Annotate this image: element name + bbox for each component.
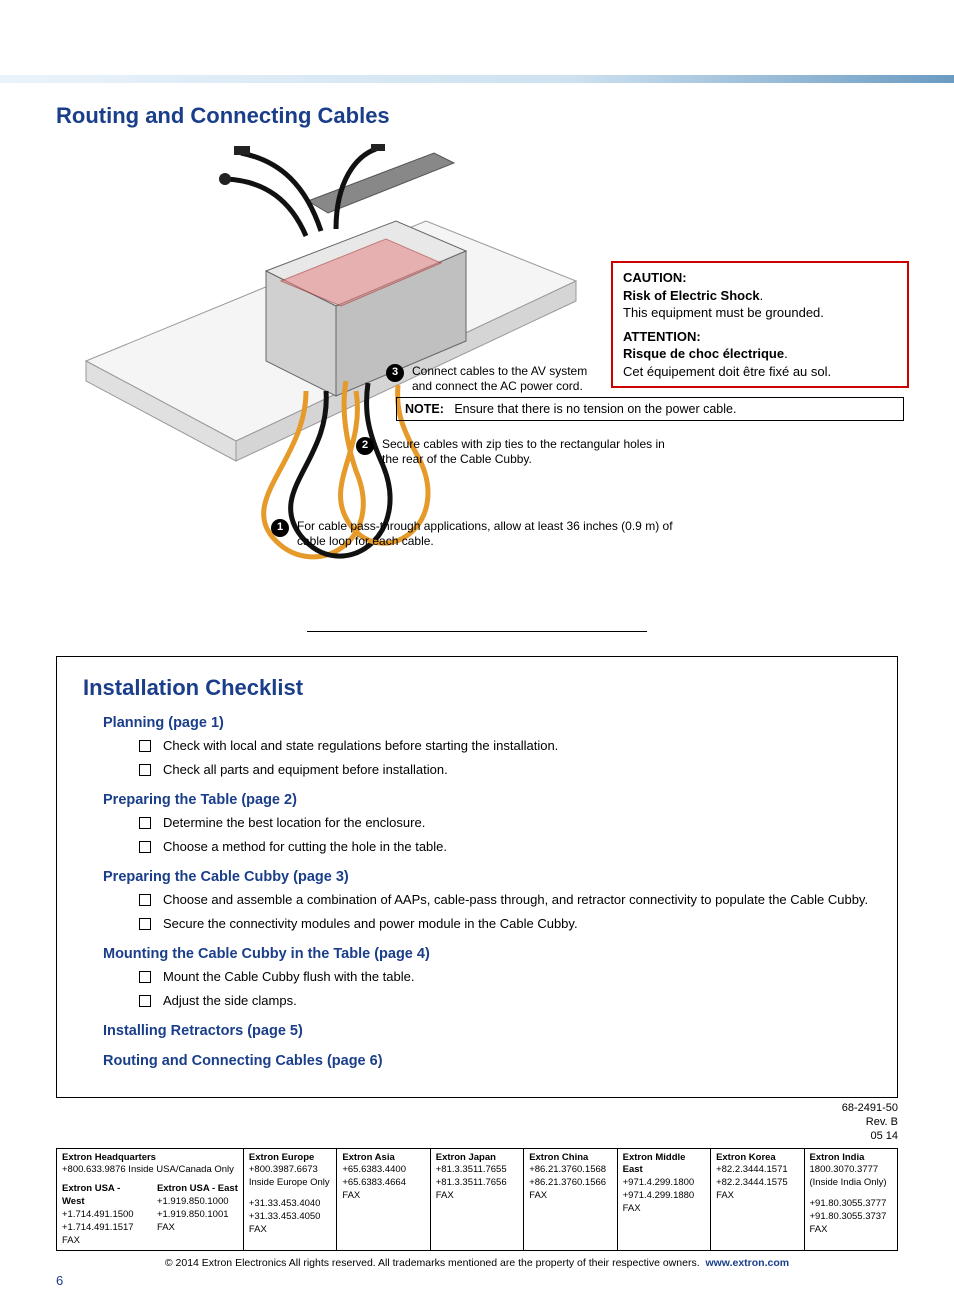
checklist-section-heading: Mounting the Cable Cubby in the Table (p… bbox=[103, 946, 871, 962]
callout-bullet-1: 1 bbox=[271, 519, 289, 537]
checklist-item: Check all parts and equipment before ins… bbox=[139, 761, 871, 779]
checklist-section-heading: Preparing the Table (page 2) bbox=[103, 792, 871, 808]
note-label: NOTE: bbox=[405, 402, 444, 416]
website-link[interactable]: www.extron.com bbox=[705, 1257, 789, 1269]
checklist-section-heading: Routing and Connecting Cables (page 6) bbox=[103, 1053, 871, 1069]
doc-meta: 68-2491-50 Rev. B 05 14 bbox=[56, 1102, 898, 1143]
callout-text-3: Connect cables to the AV system and conn… bbox=[412, 364, 602, 394]
callout-text-1: For cable pass-through applications, all… bbox=[297, 519, 691, 549]
caution-headline: Risk of Electric Shock bbox=[623, 288, 760, 303]
copyright-line: © 2014 Extron Electronics All rights res… bbox=[56, 1257, 898, 1269]
office-cell: Extron Korea+82.2.3444.1571+82.2.3444.15… bbox=[711, 1148, 804, 1251]
caution-body: This equipment must be grounded. bbox=[623, 304, 897, 322]
checklist-title: Installation Checklist bbox=[83, 675, 871, 701]
attention-body: Cet équipement doit être fixé au sol. bbox=[623, 363, 897, 381]
section-heading: Routing and Connecting Cables bbox=[56, 103, 898, 129]
note-box: NOTE: Ensure that there is no tension on… bbox=[396, 397, 904, 421]
routing-diagram: CAUTION: Risk of Electric Shock. This eq… bbox=[56, 141, 896, 601]
checklist-item: Check with local and state regulations b… bbox=[139, 737, 871, 755]
office-cell: Extron Middle East+971.4.299.1800+971.4.… bbox=[617, 1148, 710, 1251]
checklist-item: Determine the best location for the encl… bbox=[139, 814, 871, 832]
office-cell: Extron Asia+65.6383.4400+65.6383.4664 FA… bbox=[337, 1148, 430, 1251]
caution-box: CAUTION: Risk of Electric Shock. This eq… bbox=[611, 261, 909, 388]
attention-label: ATTENTION: bbox=[623, 329, 701, 344]
office-cell: Extron India1800.3070.3777(Inside India … bbox=[804, 1148, 898, 1251]
office-cell: Extron Headquarters+800.633.9876 Inside … bbox=[57, 1148, 244, 1251]
checklist-item: Adjust the side clamps. bbox=[139, 992, 871, 1010]
callout-bullet-3: 3 bbox=[386, 364, 404, 382]
office-cell: Extron Japan+81.3.3511.7655+81.3.3511.76… bbox=[430, 1148, 523, 1251]
installation-checklist-box: Installation Checklist Planning (page 1)… bbox=[56, 656, 898, 1098]
caution-label: CAUTION: bbox=[623, 270, 687, 285]
checklist-item: Choose and assemble a combination of AAP… bbox=[139, 891, 871, 909]
office-cell: Extron Europe+800.3987.6673Inside Europe… bbox=[243, 1148, 336, 1251]
page-number: 6 bbox=[56, 1273, 898, 1288]
note-text: Ensure that there is no tension on the p… bbox=[454, 402, 736, 416]
office-cell: Extron China+86.21.3760.1568+86.21.3760.… bbox=[524, 1148, 617, 1251]
checklist-section-heading: Planning (page 1) bbox=[103, 715, 871, 731]
attention-headline: Risque de choc électrique bbox=[623, 346, 784, 361]
checklist-item: Mount the Cable Cubby flush with the tab… bbox=[139, 968, 871, 986]
checklist-section-heading: Preparing the Cable Cubby (page 3) bbox=[103, 869, 871, 885]
callout-bullet-2: 2 bbox=[356, 437, 374, 455]
checklist-section-heading: Installing Retractors (page 5) bbox=[103, 1023, 871, 1039]
callout-text-2: Secure cables with zip ties to the recta… bbox=[382, 437, 672, 467]
checklist-item: Secure the connectivity modules and powe… bbox=[139, 915, 871, 933]
checklist-item: Choose a method for cutting the hole in … bbox=[139, 838, 871, 856]
contact-table: Extron Headquarters+800.633.9876 Inside … bbox=[56, 1148, 898, 1252]
divider bbox=[307, 631, 647, 632]
